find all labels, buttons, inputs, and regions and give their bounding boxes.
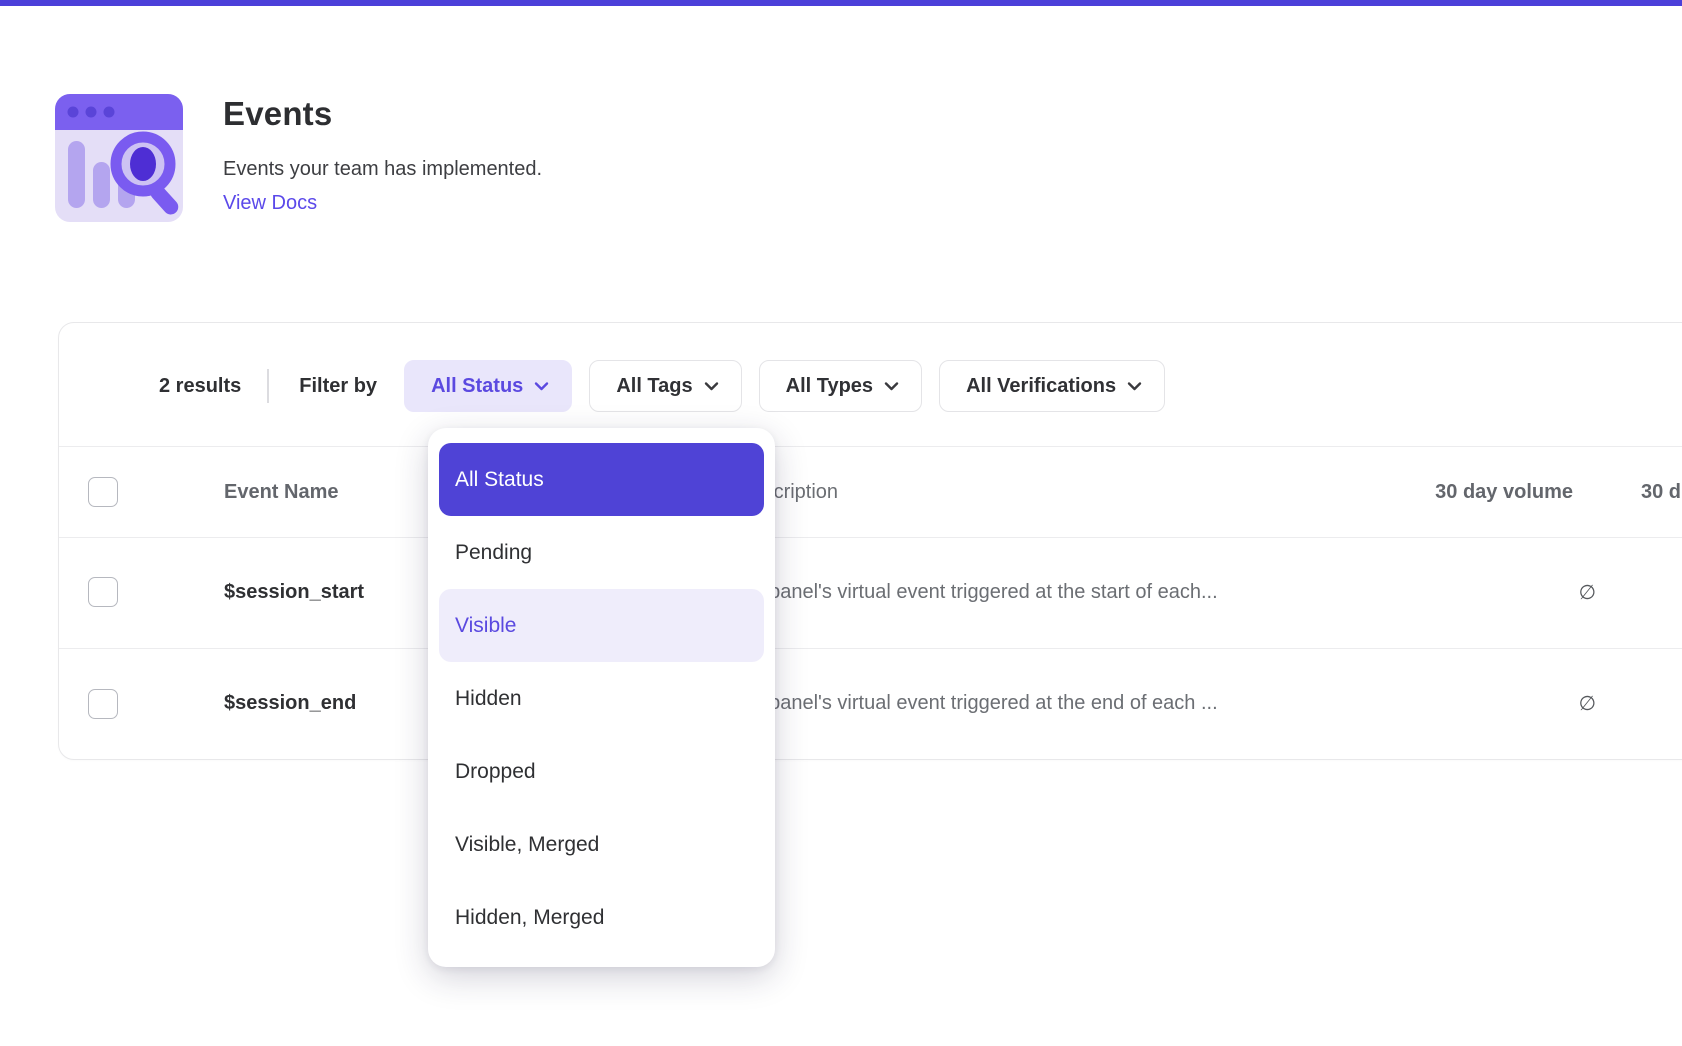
- dropdown-item-dropped[interactable]: Dropped: [439, 735, 764, 808]
- dropdown-item-hidden-merged[interactable]: Hidden, Merged: [439, 881, 764, 954]
- row-checkbox-cell: [88, 536, 118, 648]
- select-all-checkbox[interactable]: [88, 477, 118, 507]
- select-all-cell: [88, 447, 118, 537]
- filter-all-tags-label: All Tags: [616, 375, 692, 398]
- page-subtitle: Events your team has implemented.: [223, 158, 542, 181]
- dropdown-item-pending[interactable]: Pending: [439, 516, 764, 589]
- event-30-day-volume: ∅: [1351, 536, 1596, 648]
- status-filter-dropdown: All Status Pending Visible Hidden Droppe…: [428, 428, 775, 967]
- top-accent-bar: [0, 0, 1682, 6]
- table-row[interactable]: $session_end Mixpanel's virtual event tr…: [59, 648, 1682, 759]
- row-checkbox[interactable]: [88, 577, 118, 607]
- event-description: Mixpanel's virtual event triggered at th…: [738, 648, 1398, 759]
- view-docs-link[interactable]: View Docs: [223, 192, 317, 215]
- results-count: 2 results: [159, 375, 241, 398]
- row-checkbox-cell: [88, 648, 118, 759]
- column-header-30-day-volume[interactable]: 30 day volume: [1351, 447, 1573, 537]
- chevron-down-icon: [534, 381, 549, 391]
- dropdown-item-visible[interactable]: Visible: [439, 589, 764, 662]
- chevron-down-icon: [1127, 381, 1142, 391]
- chevron-down-icon: [884, 381, 899, 391]
- filter-all-status-label: All Status: [431, 375, 523, 398]
- column-header-truncated[interactable]: 30 d: [1641, 447, 1682, 537]
- page-title: Events: [223, 95, 332, 133]
- filter-all-types-label: All Types: [786, 375, 873, 398]
- table-header-row: Event Name Description 30 day volume 30 …: [59, 446, 1682, 538]
- toolbar-divider: [267, 369, 269, 403]
- events-app-icon: [55, 94, 183, 222]
- filter-all-status[interactable]: All Status: [404, 360, 572, 412]
- event-description: Mixpanel's virtual event triggered at th…: [738, 536, 1398, 648]
- filter-all-verifications-label: All Verifications: [966, 375, 1116, 398]
- dropdown-item-all-status[interactable]: All Status: [439, 443, 764, 516]
- column-header-description[interactable]: Description: [738, 447, 1398, 537]
- dropdown-item-visible-merged[interactable]: Visible, Merged: [439, 808, 764, 881]
- events-page: Events Events your team has implemented.…: [0, 0, 1682, 1046]
- row-checkbox[interactable]: [88, 689, 118, 719]
- filter-all-verifications[interactable]: All Verifications: [939, 360, 1165, 412]
- filter-all-types[interactable]: All Types: [759, 360, 922, 412]
- chevron-down-icon: [704, 381, 719, 391]
- table-row[interactable]: $session_start Mixpanel's virtual event …: [59, 536, 1682, 649]
- filter-all-tags[interactable]: All Tags: [589, 360, 741, 412]
- filter-toolbar: 2 results Filter by All Status All Tags …: [159, 361, 1165, 411]
- events-table-card: 2 results Filter by All Status All Tags …: [58, 322, 1682, 760]
- event-30-day-volume: ∅: [1351, 648, 1596, 759]
- filter-by-label: Filter by: [299, 375, 377, 398]
- dropdown-item-hidden[interactable]: Hidden: [439, 662, 764, 735]
